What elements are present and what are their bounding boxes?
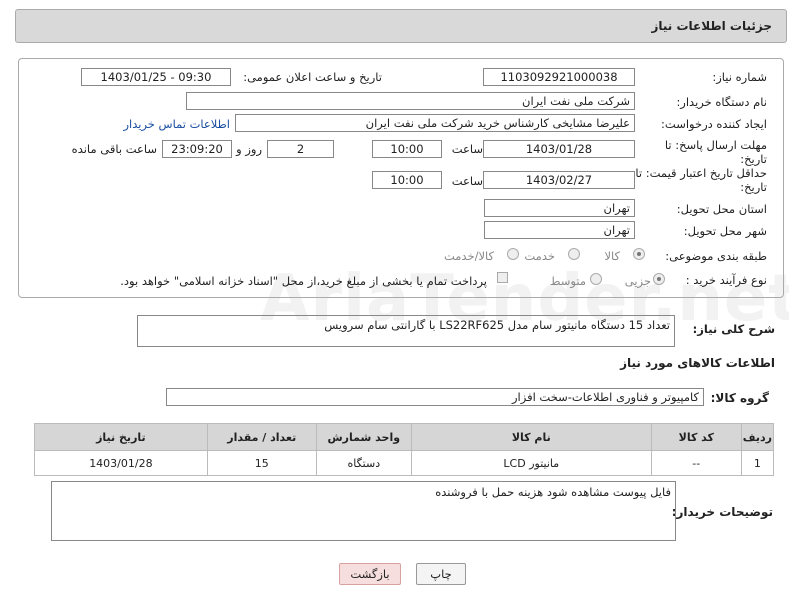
col-name: نام کالا: [410, 423, 652, 451]
goods-group-field: کامپیوتر و فناوری اطلاعات-سخت افزار: [166, 388, 704, 406]
announce-field: 1403/01/25 - 09:30: [81, 68, 231, 86]
price-deadline-label: حداقل تاریخ اعتبار قیمت: تا تاریخ:: [635, 166, 767, 194]
price-time-field: 10:00: [372, 171, 442, 189]
city-label: شهر محل تحویل:: [683, 224, 767, 238]
buyer-notes-text: فایل پیوست مشاهده شود هزینه حمل با فروشن…: [435, 485, 671, 499]
buyer-org-label: نام دستگاه خریدار:: [676, 95, 767, 109]
page-header: جزئیات اطلاعات نیاز: [15, 9, 787, 43]
category-service-radio[interactable]: [568, 248, 580, 260]
price-date-field: 1403/02/27: [483, 171, 635, 189]
goods-group-label: گروه کالا:: [710, 391, 769, 405]
cell-name: مانیتور LCD: [410, 450, 652, 476]
category-goods-label: کالا: [604, 249, 620, 263]
col-date: تاریخ نیاز: [34, 423, 208, 451]
days-label: روز و: [236, 142, 262, 156]
goods-table-header: ردیف کد کالا نام کالا واحد شمارش تعداد /…: [34, 423, 775, 451]
back-button[interactable]: بازگشت: [339, 563, 401, 585]
description-label: شرح کلی نیاز:: [692, 322, 775, 336]
province-field: تهران: [484, 199, 635, 217]
buyer-notes-label: توضیحات خریدار:: [671, 505, 773, 519]
requester-field: علیرضا مشایخی کارشناس خرید شرکت ملی نفت …: [235, 114, 635, 132]
cell-row: 1: [740, 450, 775, 476]
days-remaining-field: 2: [267, 140, 334, 158]
need-number-field: 1103092921000038: [483, 68, 635, 86]
reply-time-label: ساعت: [451, 142, 483, 156]
category-goods-radio[interactable]: [633, 248, 645, 260]
category-label: طبقه بندی موضوعی:: [665, 249, 767, 263]
buyer-notes-textarea[interactable]: فایل پیوست مشاهده شود هزینه حمل با فروشن…: [51, 481, 676, 541]
reply-time-field: 10:00: [372, 140, 442, 158]
need-number-label: شماره نیاز:: [712, 70, 767, 84]
col-code: کد کالا: [650, 423, 742, 451]
goods-table: ردیف کد کالا نام کالا واحد شمارش تعداد /…: [34, 423, 775, 476]
buyer-org-field: شرکت ملی نفت ایران: [186, 92, 635, 110]
announce-label: تاریخ و ساعت اعلان عمومی:: [243, 70, 382, 84]
goods-section-title: اطلاعات کالاهای مورد نیاز: [620, 356, 775, 370]
purchase-medium-radio[interactable]: [590, 273, 602, 285]
cell-date: 1403/01/28: [34, 450, 208, 476]
remaining-label: ساعت باقی مانده: [71, 142, 157, 156]
purchase-medium-label: متوسط: [549, 274, 586, 288]
treasury-payment-checkbox[interactable]: [497, 272, 508, 283]
category-goods-service-label: کالا/خدمت: [443, 249, 494, 263]
treasury-payment-note: پرداخت تمام یا بخشی از مبلغ خرید،از محل …: [120, 274, 487, 288]
reply-date-field: 1403/01/28: [483, 140, 635, 158]
category-service-label: خدمت: [524, 249, 555, 263]
remaining-time-field: 23:09:20: [162, 140, 232, 158]
description-textarea[interactable]: تعداد 15 دستگاه مانیتور سام مدل LS22RF62…: [137, 315, 675, 347]
table-row: 1 -- مانیتور LCD دستگاه 15 1403/01/28: [34, 450, 775, 476]
city-field: تهران: [484, 221, 635, 239]
requester-label: ایجاد کننده درخواست:: [661, 117, 767, 131]
purchase-type-label: نوع فرآیند خرید :: [685, 273, 767, 287]
col-qty: تعداد / مقدار: [206, 423, 317, 451]
province-label: استان محل تحویل:: [676, 202, 767, 216]
buyer-contact-link[interactable]: اطلاعات تماس خریدار: [123, 117, 230, 131]
page-title: جزئیات اطلاعات نیاز: [651, 19, 772, 33]
category-goods-service-radio[interactable]: [507, 248, 519, 260]
print-button[interactable]: چاپ: [416, 563, 466, 585]
purchase-small-radio[interactable]: [653, 273, 665, 285]
cell-code: --: [650, 450, 742, 476]
cell-qty: 15: [206, 450, 317, 476]
price-time-label: ساعت: [451, 174, 483, 188]
col-unit: واحد شمارش: [315, 423, 412, 451]
col-row: ردیف: [740, 423, 775, 451]
description-text: تعداد 15 دستگاه مانیتور سام مدل LS22RF62…: [324, 318, 670, 332]
reply-deadline-label: مهلت ارسال پاسخ: تا تاریخ:: [664, 138, 767, 166]
cell-unit: دستگاه: [315, 450, 412, 476]
purchase-small-label: جزیی: [624, 274, 651, 288]
